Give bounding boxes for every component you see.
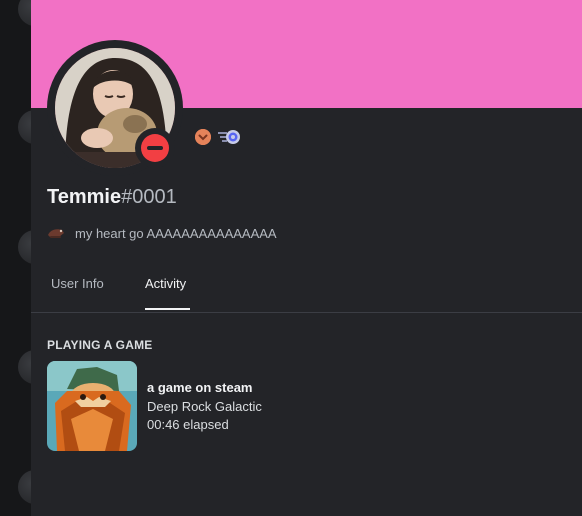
- chevron-down-icon[interactable]: [195, 129, 211, 145]
- game-art-image: [47, 361, 137, 451]
- username: Temmie: [47, 186, 122, 208]
- custom-status: my heart go AAAAAAAAAAAAAAA: [47, 224, 277, 242]
- ghost-avatar: [18, 230, 31, 264]
- ghost-avatar: [18, 110, 31, 144]
- activity-section-header: PLAYING A GAME: [47, 338, 153, 352]
- user-profile-popout: Temmie#0001 my heart go AAAAAAAAAAAAAAA …: [31, 0, 582, 516]
- tab-user-info[interactable]: User Info: [51, 276, 104, 291]
- active-tab-indicator: [145, 308, 190, 310]
- profile-tabs: User Info Activity: [31, 270, 582, 312]
- do-not-disturb-icon: [141, 134, 169, 162]
- activity-details: Deep Rock Galactic: [147, 399, 262, 414]
- nitro-icon[interactable]: [217, 128, 243, 150]
- ghost-avatar: [18, 470, 31, 504]
- activity-elapsed: 00:46 elapsed: [147, 417, 229, 432]
- tab-activity[interactable]: Activity: [145, 276, 186, 291]
- background-server-list: [0, 0, 31, 516]
- activity-title: a game on steam: [147, 380, 253, 395]
- ghost-avatar: [18, 0, 31, 26]
- status-indicator: [135, 128, 175, 168]
- discriminator: #0001: [121, 186, 177, 208]
- sleigh-emoji-icon: [48, 229, 64, 238]
- profile-name: Temmie#0001: [47, 186, 177, 209]
- tabs-divider: [31, 312, 582, 313]
- custom-status-text: my heart go AAAAAAAAAAAAAAA: [75, 225, 277, 241]
- game-art[interactable]: [47, 361, 137, 451]
- ghost-avatar: [18, 350, 31, 384]
